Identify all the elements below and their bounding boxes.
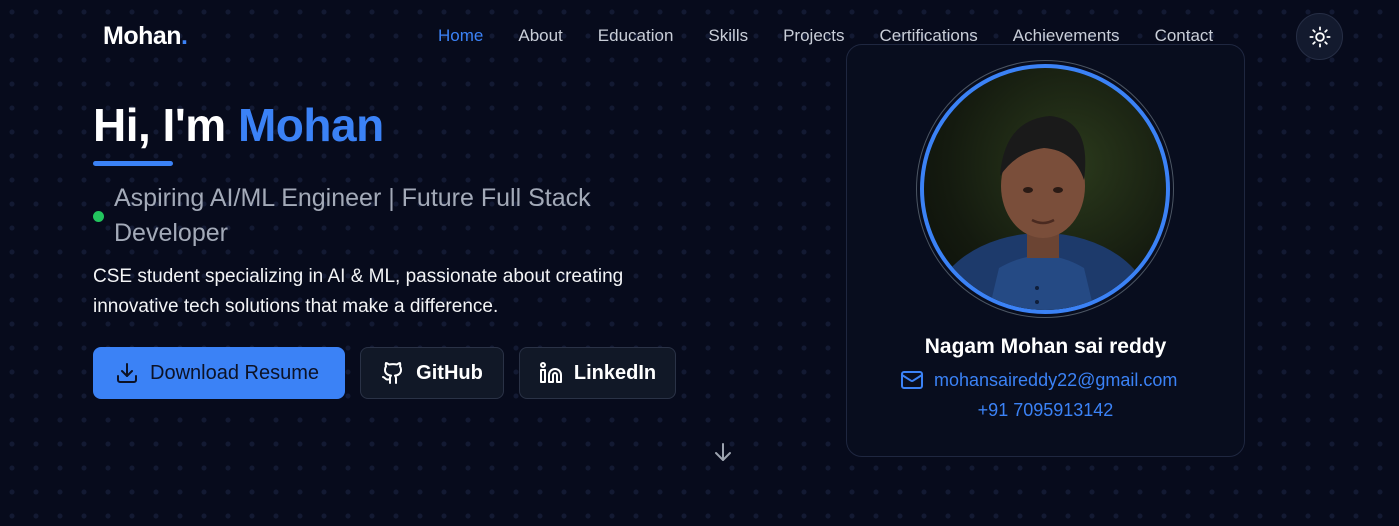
linkedin-icon xyxy=(539,362,562,383)
nav-item-achievements[interactable]: Achievements xyxy=(1013,26,1120,46)
nav-item-certifications[interactable]: Certifications xyxy=(880,26,978,46)
profile-email-link[interactable]: mohansaireddy22@gmail.com xyxy=(900,368,1177,392)
hero-name: Mohan xyxy=(237,99,384,151)
avatar-portrait xyxy=(932,116,1152,310)
scroll-down-button[interactable] xyxy=(711,440,735,469)
nav-item-contact[interactable]: Contact xyxy=(1155,26,1214,46)
nav-item-home[interactable]: Home xyxy=(438,26,483,46)
nav-item-education[interactable]: Education xyxy=(598,26,674,46)
hero-subtitle: Aspiring AI/ML Engineer | Future Full St… xyxy=(114,184,591,247)
logo-text: Mohan xyxy=(103,22,182,50)
logo[interactable]: Mohan. xyxy=(103,22,188,51)
hero-title: Hi, I'm Mohan xyxy=(93,98,384,152)
github-icon xyxy=(382,362,403,384)
hero-greeting: Hi, I'm xyxy=(93,99,238,151)
profile-phone[interactable]: +91 7095913142 xyxy=(846,400,1245,421)
status-dot xyxy=(93,211,104,222)
sun-icon xyxy=(1308,25,1331,48)
nav-item-skills[interactable]: Skills xyxy=(708,26,748,46)
github-label: GitHub xyxy=(416,361,483,384)
avatar xyxy=(920,64,1170,314)
profile-email-text: mohansaireddy22@gmail.com xyxy=(934,369,1178,390)
theme-toggle-button[interactable] xyxy=(1296,13,1343,60)
download-resume-label: Download Resume xyxy=(150,361,319,384)
arrow-down-icon xyxy=(715,443,731,461)
logo-dot: . xyxy=(181,22,188,50)
download-icon xyxy=(117,363,137,383)
hero-description: CSE student specializing in AI & ML, pas… xyxy=(93,266,624,317)
mail-icon xyxy=(901,371,923,389)
nav-item-about[interactable]: About xyxy=(518,26,562,46)
github-button[interactable]: GitHub xyxy=(360,347,504,399)
title-underline xyxy=(93,161,173,166)
nav-item-projects[interactable]: Projects xyxy=(783,26,844,46)
main-nav: Home About Education Skills Projects Cer… xyxy=(438,26,1213,46)
download-resume-button[interactable]: Download Resume xyxy=(93,347,345,399)
profile-name: Nagam Mohan sai reddy xyxy=(924,335,1167,358)
linkedin-button[interactable]: LinkedIn xyxy=(519,347,676,399)
linkedin-label: LinkedIn xyxy=(573,361,657,384)
